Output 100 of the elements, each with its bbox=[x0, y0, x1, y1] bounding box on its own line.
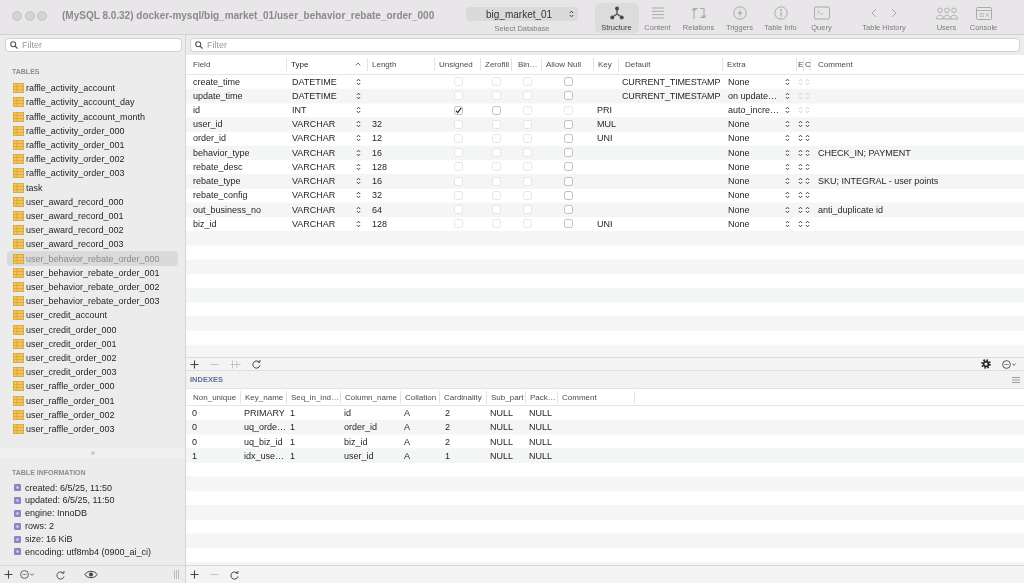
column-header[interactable]: Zerofill bbox=[481, 57, 512, 71]
refresh-icon[interactable] bbox=[56, 569, 65, 580]
column-header[interactable]: Sub_part bbox=[487, 390, 526, 404]
table-item[interactable]: user_award_record_003 bbox=[7, 237, 178, 252]
checkbox[interactable] bbox=[453, 105, 463, 115]
extra-select[interactable]: None bbox=[723, 189, 797, 202]
extra-select[interactable]: None bbox=[723, 75, 797, 88]
table-item[interactable]: user_behavior_rebate_order_001 bbox=[7, 265, 178, 280]
extra-select[interactable]: None bbox=[723, 146, 797, 159]
table-item[interactable]: user_credit_account bbox=[7, 308, 178, 323]
stepper-icon[interactable] bbox=[798, 205, 803, 214]
table-item[interactable]: raffle_activity_account_month bbox=[7, 109, 178, 124]
stepper-icon[interactable] bbox=[798, 134, 803, 143]
add-icon[interactable] bbox=[4, 570, 13, 579]
table-item[interactable]: user_award_record_001 bbox=[7, 208, 178, 224]
column-header[interactable]: Collation bbox=[401, 390, 440, 404]
extra-select[interactable]: None bbox=[723, 217, 797, 230]
column-header[interactable]: Field bbox=[186, 57, 287, 71]
checkbox[interactable] bbox=[563, 119, 573, 129]
column-header[interactable]: Column_name bbox=[341, 390, 401, 404]
more-menu-icon[interactable] bbox=[20, 570, 35, 579]
table-item[interactable]: raffle_activity_order_000 bbox=[7, 123, 178, 138]
type-select[interactable]: VARCHAR bbox=[287, 203, 368, 216]
refresh-icon[interactable] bbox=[252, 359, 261, 369]
type-select[interactable]: DATETIME bbox=[287, 75, 368, 88]
table-item[interactable]: raffle_activity_account bbox=[7, 81, 178, 96]
column-header[interactable]: Seq_in_ind… bbox=[287, 390, 341, 404]
chevron-right-icon[interactable] bbox=[891, 8, 897, 18]
column-header[interactable]: Extra bbox=[723, 57, 797, 71]
extra-select[interactable]: None bbox=[723, 175, 797, 188]
extra-select[interactable]: None bbox=[723, 118, 797, 131]
close-button[interactable] bbox=[12, 11, 22, 21]
checkbox[interactable] bbox=[563, 134, 573, 143]
table-item[interactable]: user_award_record_000 bbox=[7, 194, 178, 209]
database-select[interactable]: big_market_01 bbox=[466, 7, 578, 21]
table-item[interactable]: user_raffle_order_003 bbox=[7, 421, 178, 437]
column-header[interactable]: Allow Null bbox=[542, 57, 594, 71]
checkbox[interactable] bbox=[563, 77, 573, 87]
checkbox[interactable] bbox=[563, 205, 573, 215]
table-item[interactable]: raffle_activity_order_002 bbox=[7, 152, 178, 167]
table-item[interactable]: user_raffle_order_002 bbox=[7, 407, 178, 422]
table-item[interactable]: raffle_activity_order_003 bbox=[7, 166, 178, 181]
stepper-icon[interactable] bbox=[798, 162, 803, 171]
column-header[interactable]: Pack… bbox=[526, 390, 558, 404]
column-header[interactable]: Key_name bbox=[241, 390, 287, 404]
extra-select[interactable]: on update… bbox=[723, 89, 797, 102]
stepper-icon[interactable] bbox=[805, 162, 810, 171]
table-item[interactable]: raffle_activity_account_day bbox=[7, 95, 178, 110]
column-header[interactable]: Comment bbox=[811, 57, 1024, 71]
table-item[interactable]: user_raffle_order_000 bbox=[7, 379, 178, 394]
stepper-icon[interactable] bbox=[798, 219, 803, 228]
table-item[interactable]: user_credit_order_002 bbox=[7, 350, 178, 366]
column-header[interactable]: Non_unique bbox=[186, 390, 241, 404]
checkbox[interactable] bbox=[563, 91, 573, 101]
stepper-icon[interactable] bbox=[798, 120, 803, 129]
more-menu-icon[interactable] bbox=[1002, 359, 1017, 369]
column-header[interactable]: E bbox=[797, 57, 804, 71]
stepper-icon[interactable] bbox=[805, 191, 810, 200]
stepper-icon[interactable] bbox=[805, 219, 810, 228]
column-header[interactable]: C bbox=[804, 57, 811, 71]
stepper-icon[interactable] bbox=[798, 148, 803, 157]
type-select[interactable]: VARCHAR bbox=[287, 118, 368, 131]
refresh-icon[interactable] bbox=[230, 569, 239, 580]
column-header[interactable]: Cardinality bbox=[440, 390, 487, 404]
add-icon[interactable] bbox=[190, 570, 199, 579]
table-item[interactable]: user_award_record_002 bbox=[7, 223, 178, 238]
type-select[interactable]: VARCHAR bbox=[287, 132, 368, 145]
extra-select[interactable]: None bbox=[723, 203, 797, 216]
extra-select[interactable]: None bbox=[723, 160, 797, 173]
type-select[interactable]: VARCHAR bbox=[287, 217, 368, 230]
stepper-icon[interactable] bbox=[798, 191, 803, 200]
column-header[interactable]: Key bbox=[594, 57, 619, 71]
extra-select[interactable]: auto_incre… bbox=[723, 104, 797, 117]
filter-field[interactable]: Filter bbox=[190, 38, 1020, 52]
table-item[interactable]: user_behavior_rebate_order_002 bbox=[7, 279, 178, 295]
table-item[interactable]: user_credit_order_001 bbox=[7, 336, 178, 351]
column-header[interactable]: Default bbox=[619, 57, 723, 71]
menu-icon[interactable] bbox=[1012, 376, 1020, 383]
column-header[interactable]: Length bbox=[368, 57, 435, 71]
table-item[interactable]: user_credit_order_003 bbox=[7, 365, 178, 380]
stepper-icon[interactable] bbox=[805, 134, 810, 143]
resize-handle-icon[interactable] bbox=[174, 570, 179, 579]
minimize-button[interactable] bbox=[24, 11, 35, 21]
stepper-icon[interactable] bbox=[805, 120, 810, 129]
type-select[interactable]: VARCHAR bbox=[287, 160, 368, 173]
checkbox[interactable] bbox=[563, 162, 573, 172]
type-select[interactable]: VARCHAR bbox=[287, 146, 368, 159]
stepper-icon[interactable] bbox=[805, 177, 810, 186]
checkbox[interactable] bbox=[563, 219, 573, 229]
checkbox[interactable] bbox=[563, 176, 573, 186]
divider-handle-icon[interactable] bbox=[90, 451, 95, 456]
eye-icon[interactable] bbox=[84, 570, 98, 579]
zoom-button[interactable] bbox=[37, 11, 47, 21]
column-header[interactable]: Unsigned bbox=[435, 57, 481, 71]
type-select[interactable]: VARCHAR bbox=[287, 175, 368, 188]
add-icon[interactable] bbox=[190, 359, 199, 369]
checkbox[interactable] bbox=[563, 190, 573, 200]
table-item[interactable]: user_credit_order_000 bbox=[7, 322, 178, 337]
stepper-icon[interactable] bbox=[798, 177, 803, 186]
type-select[interactable]: DATETIME bbox=[287, 89, 368, 102]
